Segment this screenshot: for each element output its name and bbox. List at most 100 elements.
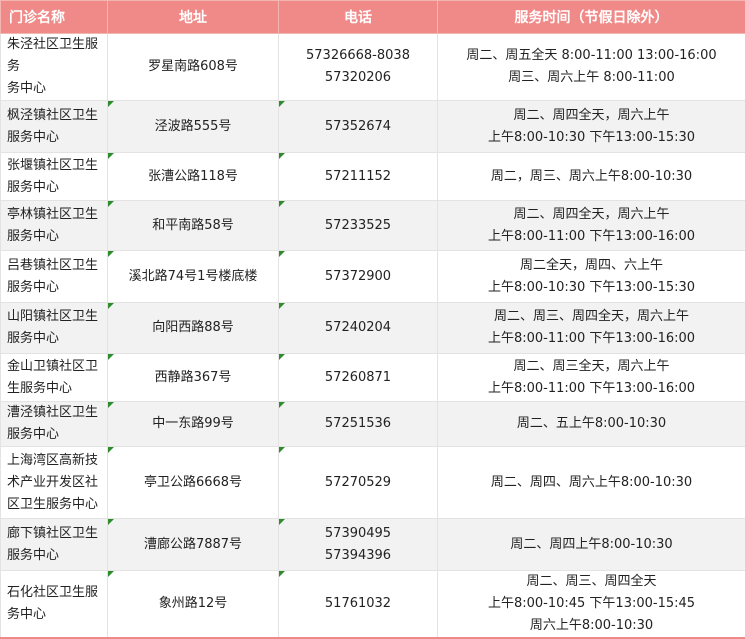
- clinic-name-line: 服务中心: [7, 226, 103, 248]
- comment-marker-icon: [279, 251, 285, 257]
- hours-line: 上午8:00-10:30 下午13:00-15:30: [438, 127, 745, 149]
- hours-cell: 周二、周四上午8:00-10:30: [438, 519, 745, 571]
- phone-line: 57394396: [279, 545, 437, 567]
- clinic-name-line: 枫泾镇社区卫生: [7, 105, 103, 127]
- clinic-name-line: 生服务中心: [7, 378, 103, 400]
- clinic-name-cell: 山阳镇社区卫生服务中心: [1, 303, 108, 354]
- phone-cell: 57326668-803857320206: [279, 34, 438, 101]
- address-line: 张漕公路118号: [108, 166, 278, 188]
- phone-line: 57260871: [279, 367, 437, 389]
- hours-line: 上午8:00-11:00 下午13:00-16:00: [438, 226, 745, 248]
- address-cell: 和平南路58号: [108, 201, 279, 251]
- phone-line: 57270529: [279, 472, 437, 494]
- clinic-name-line: 石化社区卫生服: [7, 582, 103, 604]
- clinic-name-cell: 漕泾镇社区卫生服务中心: [1, 402, 108, 447]
- clinic-name-line: 漕泾镇社区卫生: [7, 402, 103, 424]
- phone-cell: 57240204: [279, 303, 438, 354]
- address-cell: 亭卫公路6668号: [108, 447, 279, 519]
- header-address: 地址: [108, 1, 279, 34]
- header-phone: 电话: [279, 1, 438, 34]
- address-cell: 罗星南路608号: [108, 34, 279, 101]
- phone-line: 57211152: [279, 166, 437, 188]
- hours-line: 上午8:00-11:00 下午13:00-16:00: [438, 378, 745, 400]
- hours-cell: 周二、周三、周四全天，周六上午上午8:00-11:00 下午13:00-16:0…: [438, 303, 745, 354]
- hours-line: 周二、周四全天，周六上午: [438, 105, 745, 127]
- hours-line: 周二全天，周四、六上午: [438, 255, 745, 277]
- comment-marker-icon: [279, 447, 285, 453]
- clinic-name-line: 亭林镇社区卫生: [7, 204, 103, 226]
- header-row: 门诊名称 地址 电话 服务时间（节假日除外）: [1, 1, 745, 34]
- comment-marker-icon: [279, 153, 285, 159]
- hours-cell: 周二、周五全天 8:00-11:00 13:00-16:00周三、周六上午 8:…: [438, 34, 745, 101]
- table-row: 石化社区卫生服务中心象州路12号51761032周二、周三、周四全天上午8:00…: [1, 571, 745, 639]
- hours-line: 上午8:00-11:00 下午13:00-16:00: [438, 328, 745, 350]
- address-line: 亭卫公路6668号: [108, 472, 278, 494]
- comment-marker-icon: [108, 251, 114, 257]
- hours-cell: 周二、周三、周四全天上午8:00-10:45 下午13:00-15:45周六上午…: [438, 571, 745, 639]
- clinic-name-line: 服务中心: [7, 127, 103, 149]
- table-row: 山阳镇社区卫生服务中心向阳西路88号57240204周二、周三、周四全天，周六上…: [1, 303, 745, 354]
- hours-cell: 周二、五上午8:00-10:30: [438, 402, 745, 447]
- hours-line: 周二、周四全天，周六上午: [438, 204, 745, 226]
- phone-line: 57251536: [279, 413, 437, 435]
- comment-marker-icon: [108, 201, 114, 207]
- hours-line: 周二、周三、周四全天，周六上午: [438, 306, 745, 328]
- phone-cell: 57251536: [279, 402, 438, 447]
- comment-marker-icon: [108, 447, 114, 453]
- phone-line: 57326668-8038: [279, 45, 437, 67]
- comment-marker-icon: [279, 101, 285, 107]
- clinic-name-cell: 廊下镇社区卫生服务中心: [1, 519, 108, 571]
- table-row: 枫泾镇社区卫生服务中心泾波路555号57352674周二、周四全天，周六上午上午…: [1, 101, 745, 153]
- address-cell: 漕廊公路7887号: [108, 519, 279, 571]
- hours-line: 周六上午8:00-10:30: [438, 615, 745, 637]
- clinic-name-line: 术产业开发区社: [7, 472, 103, 494]
- hours-cell: 周二、周四全天，周六上午上午8:00-10:30 下午13:00-15:30: [438, 101, 745, 153]
- phone-line: 57372900: [279, 266, 437, 288]
- clinic-name-line: 务中心: [7, 78, 103, 100]
- clinic-name-line: 上海湾区高新技: [7, 450, 103, 472]
- table-row: 张堰镇社区卫生服务中心张漕公路118号57211152周二，周三、周六上午8:0…: [1, 153, 745, 201]
- comment-marker-icon: [279, 354, 285, 360]
- comment-marker-icon: [108, 402, 114, 408]
- table-row: 金山卫镇社区卫生服务中心西静路367号57260871周二、周三全天，周六上午上…: [1, 354, 745, 402]
- address-line: 西静路367号: [108, 367, 278, 389]
- address-line: 中一东路99号: [108, 413, 278, 435]
- table-row: 朱泾社区卫生服务务中心罗星南路608号57326668-803857320206…: [1, 34, 745, 101]
- clinic-name-line: 金山卫镇社区卫: [7, 356, 103, 378]
- hours-line: 周二、周四、周六上午8:00-10:30: [438, 472, 745, 494]
- hours-cell: 周二全天，周四、六上午上午8:00-10:30 下午13:00-15:30: [438, 251, 745, 303]
- comment-marker-icon: [108, 101, 114, 107]
- hours-line: 上午8:00-10:30 下午13:00-15:30: [438, 277, 745, 299]
- clinic-name-cell: 石化社区卫生服务中心: [1, 571, 108, 639]
- table-row: 漕泾镇社区卫生服务中心中一东路99号57251536周二、五上午8:00-10:…: [1, 402, 745, 447]
- comment-marker-icon: [279, 571, 285, 577]
- hours-line: 周二、周五全天 8:00-11:00 13:00-16:00: [438, 45, 745, 67]
- hours-line: 周二、周四上午8:00-10:30: [438, 534, 745, 556]
- hours-line: 周二、周三、周四全天: [438, 571, 745, 593]
- phone-cell: 57211152: [279, 153, 438, 201]
- hours-cell: 周二，周三、周六上午8:00-10:30: [438, 153, 745, 201]
- phone-cell: 57372900: [279, 251, 438, 303]
- hours-cell: 周二、周四、周六上午8:00-10:30: [438, 447, 745, 519]
- clinic-name-cell: 金山卫镇社区卫生服务中心: [1, 354, 108, 402]
- clinic-name-line: 服务中心: [7, 328, 103, 350]
- phone-line: 57233525: [279, 215, 437, 237]
- hours-line: 周二，周三、周六上午8:00-10:30: [438, 166, 745, 188]
- phone-line: 57352674: [279, 116, 437, 138]
- address-cell: 溪北路74号1号楼底楼: [108, 251, 279, 303]
- clinic-name-line: 张堰镇社区卫生: [7, 155, 103, 177]
- phone-cell: 57260871: [279, 354, 438, 402]
- hours-cell: 周二、周三全天，周六上午上午8:00-11:00 下午13:00-16:00: [438, 354, 745, 402]
- clinic-name-line: 服务中心: [7, 545, 103, 567]
- clinic-table: 门诊名称 地址 电话 服务时间（节假日除外） 朱泾社区卫生服务务中心罗星南路60…: [0, 0, 745, 639]
- comment-marker-icon: [279, 201, 285, 207]
- address-cell: 象州路12号: [108, 571, 279, 639]
- address-line: 罗星南路608号: [108, 56, 278, 78]
- phone-cell: 57233525: [279, 201, 438, 251]
- comment-marker-icon: [108, 354, 114, 360]
- address-cell: 中一东路99号: [108, 402, 279, 447]
- address-cell: 泾波路555号: [108, 101, 279, 153]
- phone-cell: 57352674: [279, 101, 438, 153]
- clinic-name-line: 朱泾社区卫生服务: [7, 34, 103, 78]
- clinic-name-cell: 张堰镇社区卫生服务中心: [1, 153, 108, 201]
